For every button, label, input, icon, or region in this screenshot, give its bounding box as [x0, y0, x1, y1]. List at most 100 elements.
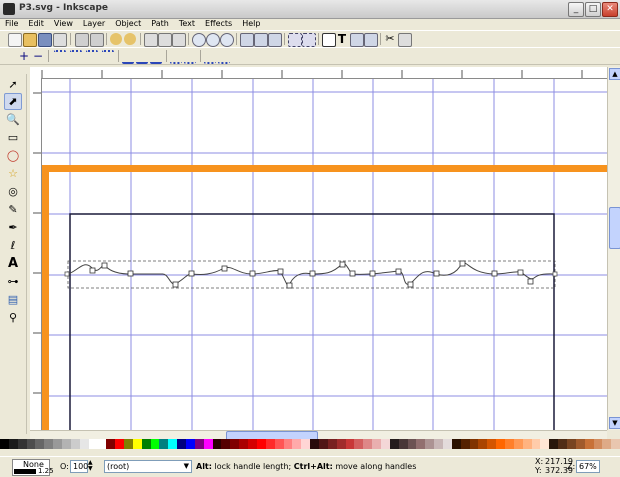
palette-swatch[interactable]	[407, 439, 417, 449]
palette-swatch[interactable]	[141, 439, 151, 449]
ungroup-icon[interactable]	[302, 33, 316, 47]
menu-file[interactable]: File	[0, 18, 23, 30]
cut-icon[interactable]	[158, 33, 172, 47]
scissors-icon[interactable]: ✂	[384, 33, 396, 45]
palette-swatch[interactable]	[363, 439, 373, 449]
palette-swatch[interactable]	[26, 439, 36, 449]
palette-swatch[interactable]	[602, 439, 612, 449]
selector-tool-icon[interactable]: ➚	[4, 76, 22, 93]
unlink-clone-icon[interactable]	[268, 33, 282, 47]
palette-swatch[interactable]	[336, 439, 346, 449]
palette-swatch[interactable]	[611, 439, 620, 449]
duplicate-icon[interactable]	[240, 33, 254, 47]
undo-icon[interactable]	[110, 33, 122, 45]
opacity-spinner[interactable]: ▲ ▼	[88, 460, 95, 472]
palette-swatch[interactable]	[513, 439, 523, 449]
palette-swatch[interactable]	[97, 439, 107, 449]
palette-swatch[interactable]	[567, 439, 576, 449]
palette-swatch[interactable]	[504, 439, 514, 449]
palette-swatch[interactable]	[380, 439, 390, 449]
palette-swatch[interactable]	[487, 439, 497, 449]
palette-swatch[interactable]	[70, 439, 80, 449]
palette-swatch[interactable]	[35, 439, 45, 449]
scroll-down-arrow-icon[interactable]: ▼	[609, 417, 620, 429]
palette-swatch[interactable]	[8, 439, 18, 449]
vertical-scrollbar[interactable]: ▲ ▼	[607, 67, 620, 430]
join-segment-icon[interactable]	[86, 50, 98, 64]
make-symmetric-icon[interactable]	[150, 50, 162, 64]
text-font-icon[interactable]: T	[336, 33, 348, 45]
calligraphy-tool-icon[interactable]: ℓ	[4, 237, 22, 254]
palette-swatch[interactable]	[345, 439, 355, 449]
delete-node-icon[interactable]: −	[32, 50, 44, 62]
pencil-tool-icon[interactable]: ✎	[4, 201, 22, 218]
palette-swatch[interactable]	[230, 439, 240, 449]
palette-swatch[interactable]	[522, 439, 532, 449]
palette-swatch[interactable]	[248, 439, 257, 449]
palette-swatch[interactable]	[212, 439, 222, 449]
palette-swatch[interactable]	[496, 439, 505, 449]
preferences-icon[interactable]	[398, 33, 412, 47]
make-smooth-icon[interactable]	[136, 50, 148, 64]
palette-swatch[interactable]	[575, 439, 585, 449]
xml-editor-icon[interactable]	[350, 33, 364, 47]
palette-swatch[interactable]	[88, 439, 98, 449]
export-icon[interactable]	[90, 33, 104, 47]
spiral-tool-icon[interactable]: ◎	[4, 183, 22, 200]
palette-swatch[interactable]	[283, 439, 293, 449]
open-icon[interactable]	[23, 33, 37, 47]
palette-swatch[interactable]	[389, 439, 399, 449]
save-icon[interactable]	[38, 33, 52, 47]
palette-swatch[interactable]	[203, 439, 213, 449]
join-nodes-icon[interactable]	[54, 50, 66, 64]
palette-swatch[interactable]	[584, 439, 594, 449]
layer-selector[interactable]: (root) ▼	[104, 460, 192, 473]
menu-object[interactable]: Object	[110, 18, 146, 30]
vertical-scroll-thumb[interactable]	[609, 207, 620, 249]
zoom-selection-icon[interactable]	[192, 33, 206, 47]
palette-swatch[interactable]	[354, 439, 364, 449]
palette-swatch[interactable]	[327, 439, 337, 449]
print-icon[interactable]	[53, 33, 67, 47]
palette-swatch[interactable]	[451, 439, 461, 449]
palette-swatch[interactable]	[593, 439, 603, 449]
palette-swatch[interactable]	[124, 439, 133, 449]
group-icon[interactable]	[288, 33, 302, 47]
menu-layer[interactable]: Layer	[78, 18, 110, 30]
palette-swatch[interactable]	[221, 439, 231, 449]
palette-swatch[interactable]	[292, 439, 302, 449]
color-palette[interactable]	[0, 439, 620, 449]
clone-icon[interactable]	[254, 33, 268, 47]
palette-swatch[interactable]	[274, 439, 284, 449]
ellipse-tool-icon[interactable]: ◯	[4, 147, 22, 164]
menu-help[interactable]: Help	[237, 18, 265, 30]
palette-swatch[interactable]	[159, 439, 169, 449]
palette-swatch[interactable]	[416, 439, 426, 449]
palette-swatch[interactable]	[301, 439, 311, 449]
rectangle-tool-icon[interactable]: ▭	[4, 129, 22, 146]
import-icon[interactable]	[75, 33, 89, 47]
make-curve-icon[interactable]	[184, 50, 196, 64]
palette-swatch[interactable]	[53, 439, 63, 449]
palette-swatch[interactable]	[318, 439, 328, 449]
palette-swatch[interactable]	[168, 439, 178, 449]
text-tool-icon[interactable]: A	[4, 255, 22, 272]
zoom-page-icon[interactable]	[220, 33, 234, 47]
palette-swatch[interactable]	[265, 439, 275, 449]
palette-swatch[interactable]	[115, 439, 125, 449]
menu-view[interactable]: View	[49, 18, 78, 30]
menu-effects[interactable]: Effects	[200, 18, 237, 30]
menu-path[interactable]: Path	[146, 18, 174, 30]
opacity-input[interactable]: 100	[70, 460, 88, 473]
make-cusp-icon[interactable]	[122, 50, 134, 64]
palette-swatch[interactable]	[150, 439, 160, 449]
palette-swatch[interactable]	[186, 439, 195, 449]
palette-swatch[interactable]	[372, 439, 381, 449]
star-tool-icon[interactable]: ☆	[4, 165, 22, 182]
palette-swatch[interactable]	[310, 439, 319, 449]
drawing-canvas[interactable]	[42, 79, 607, 430]
break-path-icon[interactable]	[70, 50, 82, 64]
palette-swatch[interactable]	[425, 439, 435, 449]
palette-swatch[interactable]	[460, 439, 470, 449]
palette-swatch[interactable]	[62, 439, 71, 449]
